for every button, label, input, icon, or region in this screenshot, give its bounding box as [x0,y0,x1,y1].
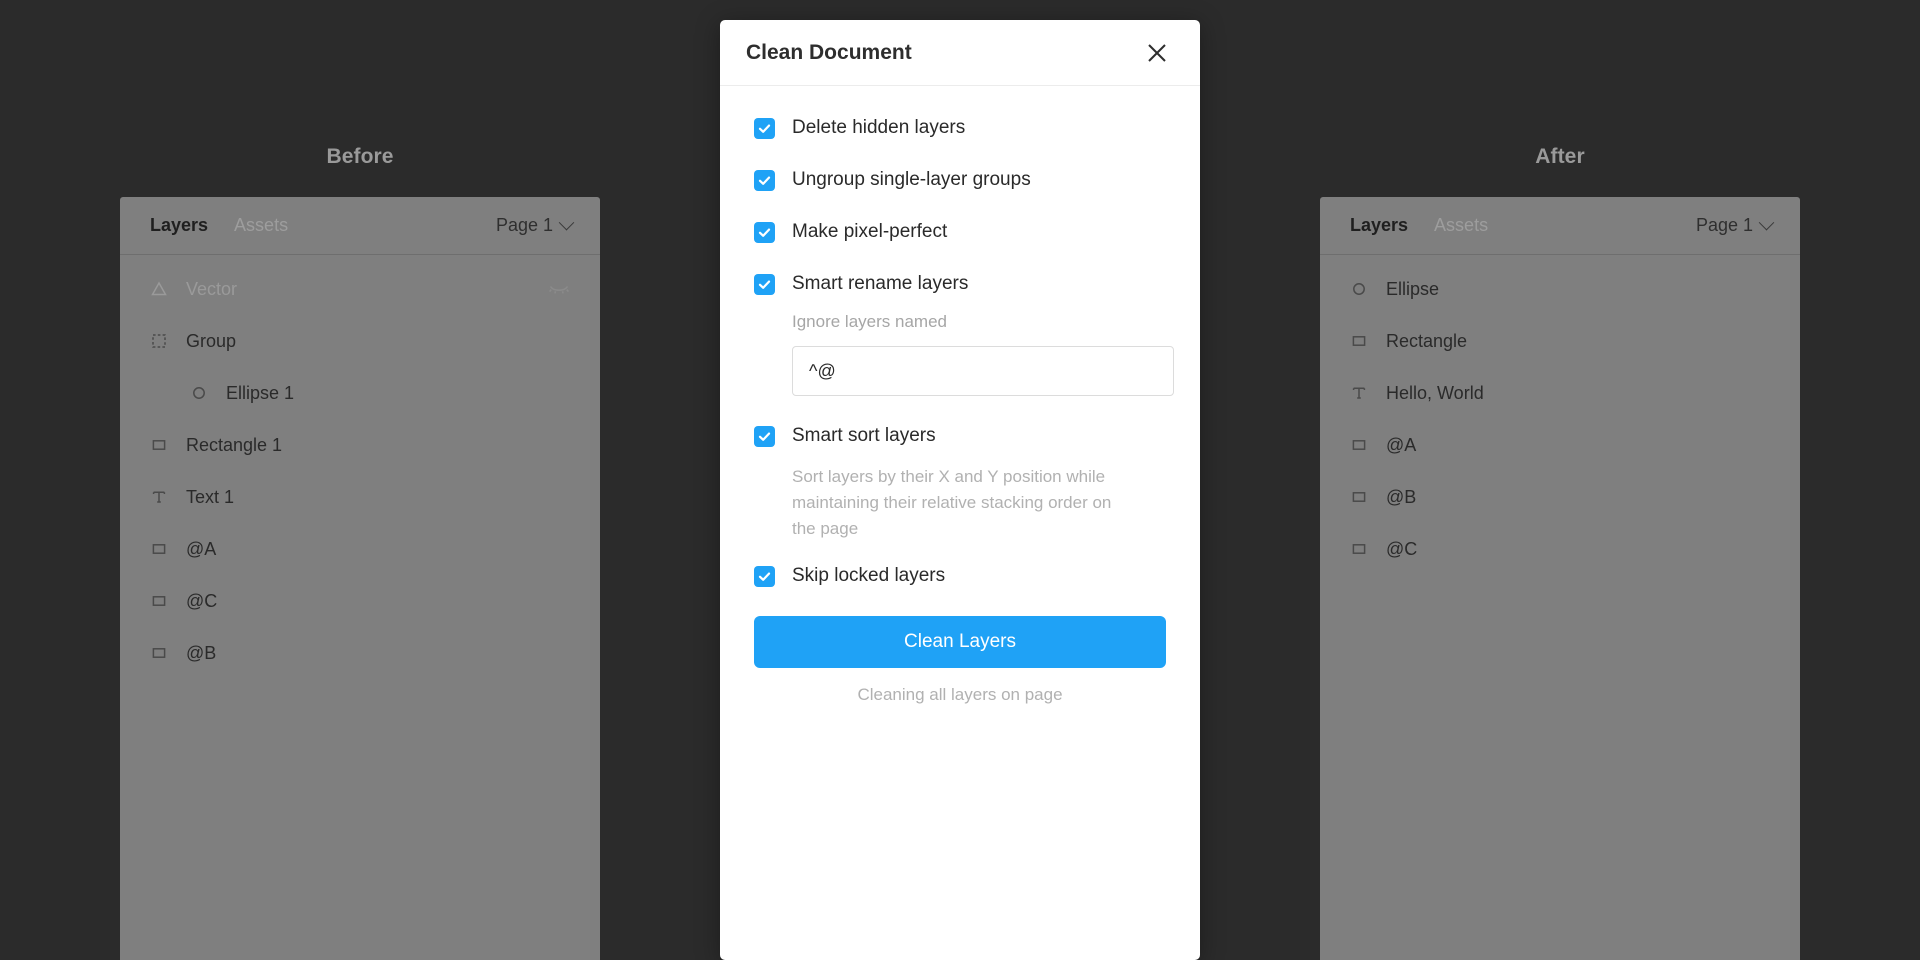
layer-row[interactable]: @A [1320,419,1800,471]
layer-name: Rectangle [1386,330,1468,351]
after-panel-tabs: Layers Assets Page 1 [1320,197,1800,255]
check-icon [758,432,771,441]
layer-row[interactable]: @C [120,575,600,627]
ellipse-icon [190,384,216,402]
option-label-delete-hidden-layers: Delete hidden layers [792,117,966,138]
before-page-selector[interactable]: Page 1 [495,214,575,236]
clean-document-dialog: Clean Document Delete hidden layers Ungr… [720,20,1200,960]
ignore-layers-label: Ignore layers named [792,312,947,331]
checkbox-skip-locked-layers[interactable] [754,566,775,587]
layer-name: Rectangle 1 [186,434,283,455]
close-icon [1148,43,1166,62]
layer-row[interactable]: Group [120,315,600,367]
text-icon [150,488,176,506]
layer-row[interactable]: Vector [120,263,600,315]
dialog-header: Clean Document [720,20,1200,86]
after-tab-assets[interactable]: Assets [1434,215,1488,236]
checkbox-delete-hidden-layers[interactable] [754,118,775,139]
rectangle-icon [1350,488,1376,506]
before-layers-panel: Layers Assets Page 1 Vector Group Ellipse … [120,197,600,960]
check-icon [758,228,771,237]
layer-row[interactable]: Text 1 [120,471,600,523]
layer-name: @B [186,642,217,663]
layer-name: @A [1386,434,1417,455]
layer-row[interactable]: Rectangle [1320,315,1800,367]
checkbox-make-pixel-perfect[interactable] [754,222,775,243]
check-icon [758,572,771,581]
layer-row[interactable]: Ellipse 1 [120,367,600,419]
option-skip-locked-layers[interactable]: Skip locked layers [754,564,1166,588]
option-label-skip-locked-layers: Skip locked layers [792,565,946,586]
layer-row[interactable]: @A [120,523,600,575]
checkbox-smart-rename-layers[interactable] [754,274,775,295]
layer-name: Ellipse 1 [226,382,295,403]
check-icon [758,280,771,289]
smart-sort-description: Sort layers by their X and Y position wh… [792,467,1112,538]
option-delete-hidden-layers[interactable]: Delete hidden layers [754,116,1166,140]
checkbox-ungroup-single-layer-groups[interactable] [754,170,775,191]
option-label-make-pixel-perfect: Make pixel-perfect [792,221,948,242]
ignore-layers-input[interactable] [792,346,1174,396]
rectangle-icon [150,592,176,610]
after-caption: After [1535,145,1585,168]
before-page-label: Page 1 [495,215,553,235]
dialog-body: Delete hidden layers Ungroup single-laye… [720,86,1200,705]
layer-name: @A [186,538,217,559]
layer-row[interactable]: Hello, World [1320,367,1800,419]
after-tab-layers[interactable]: Layers [1350,215,1408,236]
chevron-down-icon [1758,214,1775,231]
after-page-selector[interactable]: Page 1 [1695,214,1775,236]
after-panel-wrapper: After Layers Assets Page 1 Ellipse Rectan… [1320,0,1800,960]
layer-row[interactable]: @B [1320,471,1800,523]
check-icon [758,176,771,185]
option-label-smart-sort-layers: Smart sort layers [792,425,936,446]
layer-row[interactable]: Ellipse [1320,263,1800,315]
layer-name: Text 1 [186,486,235,507]
option-smart-sort-layers[interactable]: Smart sort layers [754,424,1166,448]
layer-row[interactable]: @C [1320,523,1800,575]
rectangle-icon [1350,540,1376,558]
before-panel-tabs: Layers Assets Page 1 [120,197,600,255]
layer-row[interactable]: @B [120,627,600,679]
option-label-smart-rename-layers: Smart rename layers [792,273,969,294]
option-smart-rename-layers[interactable]: Smart rename layers [754,272,1166,296]
rectangle-icon [150,436,176,454]
before-panel-wrapper: Before Layers Assets Page 1 Vector Group E… [120,0,600,960]
layer-row[interactable]: Rectangle 1 [120,419,600,471]
layer-name: Vector [186,278,238,299]
layer-name: Group [186,330,237,351]
rectangle-icon [1350,436,1376,454]
after-page-label: Page 1 [1695,215,1753,235]
vector-triangle-icon [150,280,176,298]
ellipse-icon [1350,280,1376,298]
option-make-pixel-perfect[interactable]: Make pixel-perfect [754,220,1166,244]
layer-name: @C [186,590,218,611]
dialog-title: Clean Document [746,40,912,64]
before-tab-layers[interactable]: Layers [150,215,208,236]
check-icon [758,124,771,133]
chevron-down-icon [558,214,575,231]
after-layers-panel: Layers Assets Page 1 Ellipse Rectangle Hel… [1320,197,1800,960]
layer-name: Ellipse [1386,278,1440,299]
option-ungroup-single-layer-groups[interactable]: Ungroup single-layer groups [754,168,1166,192]
layer-name: Hello, World [1386,382,1484,403]
group-icon [150,332,176,350]
option-label-ungroup-single-layer-groups: Ungroup single-layer groups [792,169,1031,190]
before-layer-list: Vector Group Ellipse 1 Rectangle 1 Text 1 @A @… [120,255,600,679]
text-icon [1350,384,1376,402]
close-button[interactable] [1140,36,1174,70]
before-tab-assets[interactable]: Assets [234,215,288,236]
rectangle-icon [1350,332,1376,350]
before-caption: Before [326,145,394,168]
cleaning-status-text: Cleaning all layers on page [857,685,1063,704]
rectangle-icon [150,644,176,662]
layer-name: @B [1386,486,1417,507]
eye-closed-icon[interactable] [548,282,570,296]
clean-layers-button[interactable]: Clean Layers [754,616,1166,668]
after-layer-list: Ellipse Rectangle Hello, World @A @B @C [1320,255,1800,575]
layer-name: @C [1386,538,1418,559]
checkbox-smart-sort-layers[interactable] [754,426,775,447]
rectangle-icon [150,540,176,558]
